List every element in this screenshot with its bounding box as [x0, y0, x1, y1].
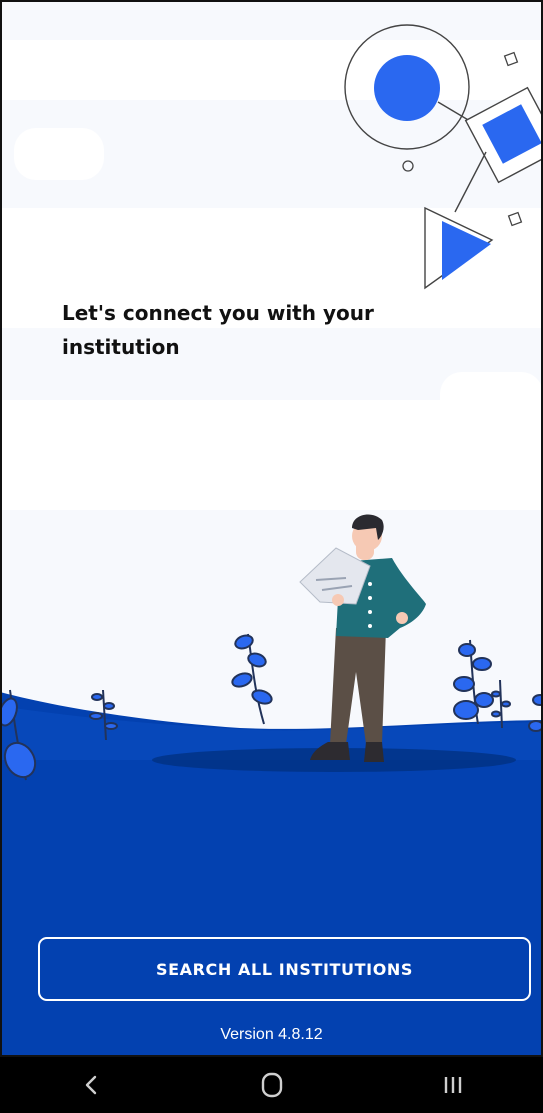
system-navigation-bar [0, 1057, 543, 1113]
recents-button[interactable] [413, 1057, 493, 1113]
search-button-label: SEARCH ALL INSTITUTIONS [155, 959, 414, 979]
recents-icon [444, 1077, 461, 1093]
page-title: Let's connect you with your institution [62, 301, 374, 359]
back-button[interactable] [51, 1057, 131, 1113]
home-icon [261, 1072, 282, 1098]
person-illustration [299, 514, 426, 762]
back-icon [85, 1075, 96, 1095]
version-label: Version 4.8.12 [220, 1026, 323, 1043]
app-screen: Let's connect you with your institution … [0, 0, 543, 1057]
home-button[interactable] [232, 1057, 312, 1113]
search-all-institutions-button[interactable]: SEARCH ALL INSTITUTIONS [38, 937, 531, 1001]
onboarding-illustration [0, 24, 543, 1057]
